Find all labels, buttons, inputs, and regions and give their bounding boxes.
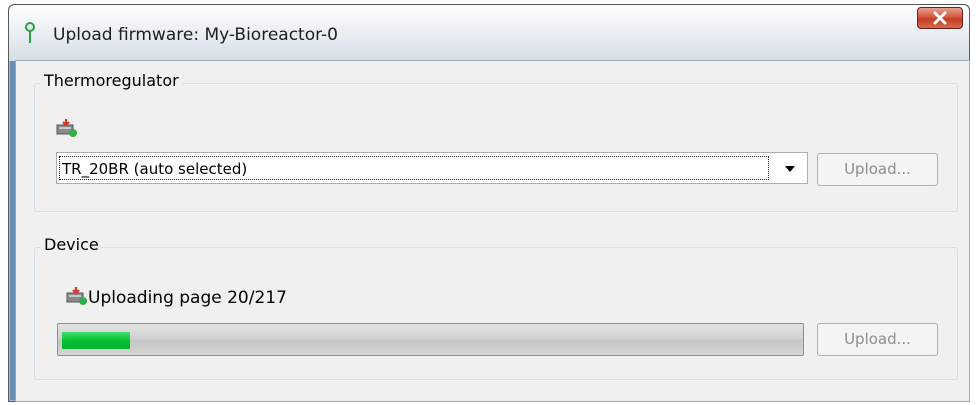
- upload-status-text: Uploading page 20/217: [88, 288, 287, 308]
- upload-progress-bar: [57, 323, 804, 356]
- chevron-down-icon[interactable]: [785, 166, 795, 172]
- firmware-chip-icon: [56, 119, 77, 137]
- firmware-select-value: TR_20BR (auto selected): [59, 156, 769, 180]
- thermoregulator-group-label: Thermoregulator: [41, 71, 182, 90]
- close-button[interactable]: [917, 7, 963, 29]
- title-bar[interactable]: Upload firmware: My-Bioreactor-0: [9, 5, 969, 61]
- window-title: Upload firmware: My-Bioreactor-0: [53, 25, 338, 45]
- close-icon: [933, 11, 947, 25]
- green-pin-icon: [25, 22, 35, 43]
- thermoregulator-upload-button[interactable]: Upload...: [817, 153, 938, 186]
- device-upload-button[interactable]: Upload...: [817, 323, 938, 356]
- device-group-label: Device: [41, 235, 102, 254]
- firmware-chip-icon: [66, 287, 87, 305]
- thermoregulator-group: Thermoregulator: [34, 71, 958, 212]
- upload-progress-fill: [62, 332, 130, 349]
- firmware-select[interactable]: TR_20BR (auto selected): [56, 152, 808, 184]
- device-group: Device: [34, 235, 958, 380]
